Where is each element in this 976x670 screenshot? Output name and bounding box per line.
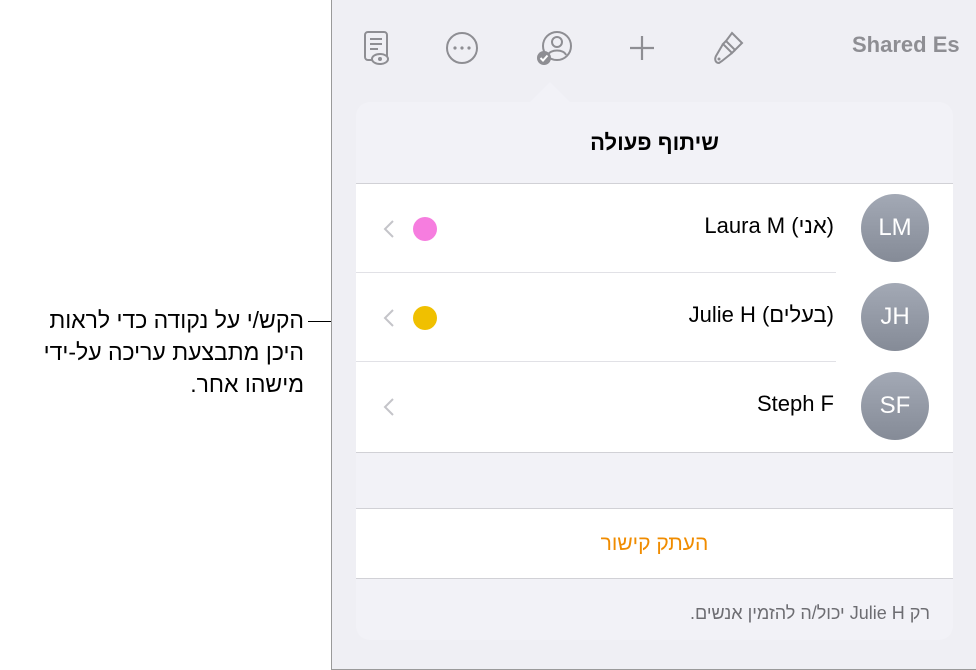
copy-link-label: העתק קישור <box>600 531 709 555</box>
avatar: JH <box>861 283 929 351</box>
participant-row[interactable]: JH Julie H (בעלים) <box>356 273 953 362</box>
callout-line-1: הקש/י על נקודה כדי לראות <box>49 307 304 333</box>
toolbar: Shared Es <box>332 0 976 94</box>
popover-arrow <box>530 82 570 102</box>
participant-name: Laura M (אני) <box>704 213 834 238</box>
document-view-icon[interactable] <box>358 28 398 68</box>
add-icon[interactable] <box>622 28 662 68</box>
more-icon[interactable] <box>442 28 482 68</box>
copy-link-button[interactable]: העתק קישור <box>356 508 953 579</box>
chevron-left-icon[interactable] <box>382 396 396 418</box>
avatar: SF <box>861 372 929 440</box>
participant-row[interactable]: LM Laura M (אני) <box>356 184 953 273</box>
collaboration-popover: שיתוף פעולה LM Laura M (אני) JH Julie H … <box>356 102 953 640</box>
format-brush-icon[interactable] <box>708 28 748 68</box>
participant-name: Steph F <box>756 391 834 416</box>
cursor-color-dot[interactable] <box>413 217 437 241</box>
participant-row[interactable]: SF Steph F <box>356 362 953 451</box>
popover-title: שיתוף פעולה <box>356 102 953 184</box>
cursor-color-dot[interactable] <box>413 306 437 330</box>
chevron-left-icon[interactable] <box>382 218 396 240</box>
participants-list: LM Laura M (אני) JH Julie H (בעלים) SF S… <box>356 184 953 453</box>
callout-line-3: מישהו אחר. <box>190 371 304 397</box>
callout-line-2: היכן מתבצעת עריכה על-ידי <box>43 339 304 365</box>
document-title[interactable]: Shared Es <box>852 32 960 58</box>
app-screen: Shared Es שיתוף פעולה LM Laura M (אני) J… <box>331 0 976 670</box>
chevron-left-icon[interactable] <box>382 307 396 329</box>
callout-annotation: הקש/י על נקודה כדי לראות היכן מתבצעת ערי… <box>0 304 304 400</box>
invite-permission-note: רק Julie H יכול/ה להזמין אנשים. <box>689 603 930 623</box>
participant-name: Julie H (בעלים) <box>688 302 834 327</box>
collaborate-icon[interactable] <box>534 28 574 68</box>
avatar: LM <box>861 194 929 262</box>
